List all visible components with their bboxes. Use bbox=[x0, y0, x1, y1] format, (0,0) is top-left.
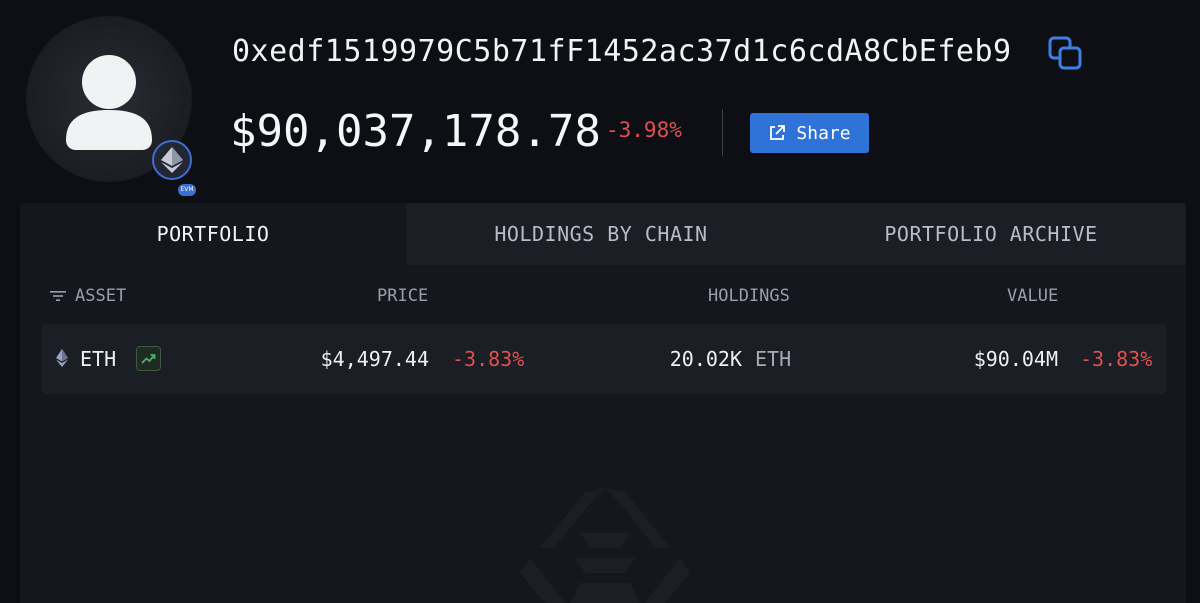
ethereum-chain-badge bbox=[152, 140, 192, 180]
asset-price: $4,497.44 bbox=[320, 347, 429, 371]
table-header: ASSET PRICE HOLDINGS VALUE bbox=[20, 265, 1186, 325]
arkham-logo-watermark bbox=[520, 488, 690, 603]
sort-filter-icon bbox=[50, 291, 66, 301]
column-value-header[interactable]: VALUE bbox=[1007, 286, 1058, 306]
trend-button[interactable] bbox=[136, 346, 161, 371]
portfolio-panel: PORTFOLIO HOLDINGS BY CHAIN PORTFOLIO AR… bbox=[20, 203, 1186, 603]
share-button[interactable]: Share bbox=[750, 113, 869, 153]
asset-symbol: ETH bbox=[80, 347, 117, 371]
asset-holdings-unit: ETH bbox=[755, 347, 792, 371]
evm-badge: EVM bbox=[178, 184, 196, 196]
tab-bar: PORTFOLIO HOLDINGS BY CHAIN PORTFOLIO AR… bbox=[20, 203, 1186, 265]
table-row[interactable]: ETH $4,497.44 -3.83% 20.02K ETH $90.04M … bbox=[42, 324, 1166, 394]
tab-portfolio-archive[interactable]: PORTFOLIO ARCHIVE bbox=[796, 203, 1186, 265]
column-asset-header[interactable]: ASSET bbox=[50, 286, 126, 306]
copy-address-button[interactable] bbox=[1046, 34, 1086, 74]
trend-up-icon bbox=[141, 354, 156, 364]
ethereum-icon bbox=[161, 147, 183, 173]
profile-avatar-area: EVM bbox=[26, 16, 196, 196]
header-divider bbox=[722, 109, 723, 156]
column-holdings-header[interactable]: HOLDINGS bbox=[708, 286, 790, 306]
asset-price-change: -3.83% bbox=[452, 347, 525, 371]
asset-value-change: -3.83% bbox=[1080, 347, 1153, 371]
share-label: Share bbox=[796, 122, 851, 144]
column-price-header[interactable]: PRICE bbox=[377, 286, 428, 306]
copy-icon bbox=[1048, 36, 1082, 70]
column-asset-label: ASSET bbox=[75, 286, 127, 306]
balance-change: -3.98% bbox=[606, 118, 682, 142]
share-icon bbox=[770, 125, 786, 140]
tab-portfolio[interactable]: PORTFOLIO bbox=[20, 203, 406, 265]
wallet-address: 0xedf1519979C5b71fF1452ac37d1c6cdA8CbEfe… bbox=[232, 34, 1012, 69]
portfolio-balance: $90,037,178.78 bbox=[230, 106, 601, 157]
ethereum-icon bbox=[56, 349, 68, 367]
asset-holdings: 20.02K bbox=[669, 347, 742, 371]
tab-holdings-by-chain[interactable]: HOLDINGS BY CHAIN bbox=[406, 203, 796, 265]
asset-value: $90.04M bbox=[973, 347, 1058, 371]
